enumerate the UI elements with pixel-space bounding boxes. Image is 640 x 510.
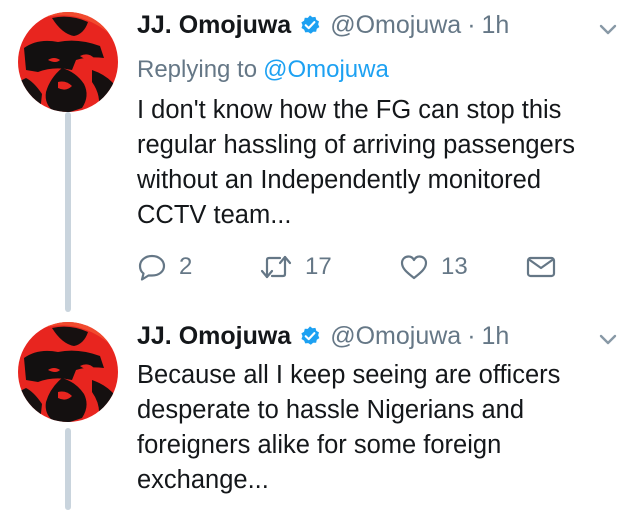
separator-dot: ·	[467, 10, 476, 39]
tweet-text-line: without an Independently monitored	[137, 166, 542, 194]
like-count: 13	[441, 253, 468, 280]
thread-line-top	[65, 112, 71, 312]
retweet-icon	[259, 253, 293, 281]
separator-dot: ·	[467, 321, 476, 350]
reply-count: 2	[179, 253, 193, 280]
tweet-text-line: CCTV team...	[137, 201, 292, 229]
tweet-header: JJ. Omojuwa @Omojuwa · 1h	[137, 8, 509, 42]
display-name[interactable]: JJ. Omojuwa	[137, 11, 291, 40]
tweet-text-line: I don't know how the FG can stop this	[137, 96, 562, 124]
replying-to-mention[interactable]: @Omojuwa	[263, 56, 389, 83]
tweet-header: JJ. Omojuwa @Omojuwa · 1h	[137, 319, 509, 353]
timestamp[interactable]: 1h	[482, 11, 510, 40]
display-name[interactable]: JJ. Omojuwa	[137, 322, 291, 351]
tweet-text-line: regular hassling of arriving passengers	[137, 131, 575, 159]
retweet-button[interactable]: 17	[259, 250, 332, 284]
avatar[interactable]	[18, 322, 118, 422]
reply-icon	[137, 253, 167, 281]
avatar-image	[18, 12, 118, 112]
direct-message-button[interactable]	[525, 250, 557, 284]
retweet-count: 17	[305, 253, 332, 280]
tweet-text: I don't know how the FG can stop this re…	[137, 93, 617, 233]
replying-to: Replying to @Omojuwa	[137, 56, 389, 84]
chevron-down-icon[interactable]	[596, 22, 620, 38]
direct-message-icon	[525, 253, 557, 281]
thread-line-bottom	[65, 428, 71, 510]
like-icon	[399, 253, 429, 281]
tweet-actions: 2 17 13	[137, 250, 577, 284]
tweet-text-line: desperate to hassle Nigerians and	[137, 396, 524, 424]
tweet-text-line: Because all I keep seeing are officers	[137, 361, 561, 389]
avatar-image	[18, 322, 118, 422]
tweet-text-line: foreigners alike for some foreign	[137, 431, 502, 459]
verified-badge-icon	[299, 14, 321, 36]
tweet-text-line: exchange...	[137, 466, 269, 494]
avatar[interactable]	[18, 12, 118, 112]
verified-badge-icon	[299, 325, 321, 347]
like-button[interactable]: 13	[399, 250, 468, 284]
chevron-down-icon[interactable]	[596, 332, 620, 348]
tweet-text: Because all I keep seeing are officers d…	[137, 358, 617, 498]
handle[interactable]: @Omojuwa	[330, 11, 461, 40]
reply-button[interactable]: 2	[137, 250, 192, 284]
replying-to-label: Replying to	[137, 56, 258, 83]
timestamp[interactable]: 1h	[482, 322, 510, 351]
handle[interactable]: @Omojuwa	[330, 322, 461, 351]
